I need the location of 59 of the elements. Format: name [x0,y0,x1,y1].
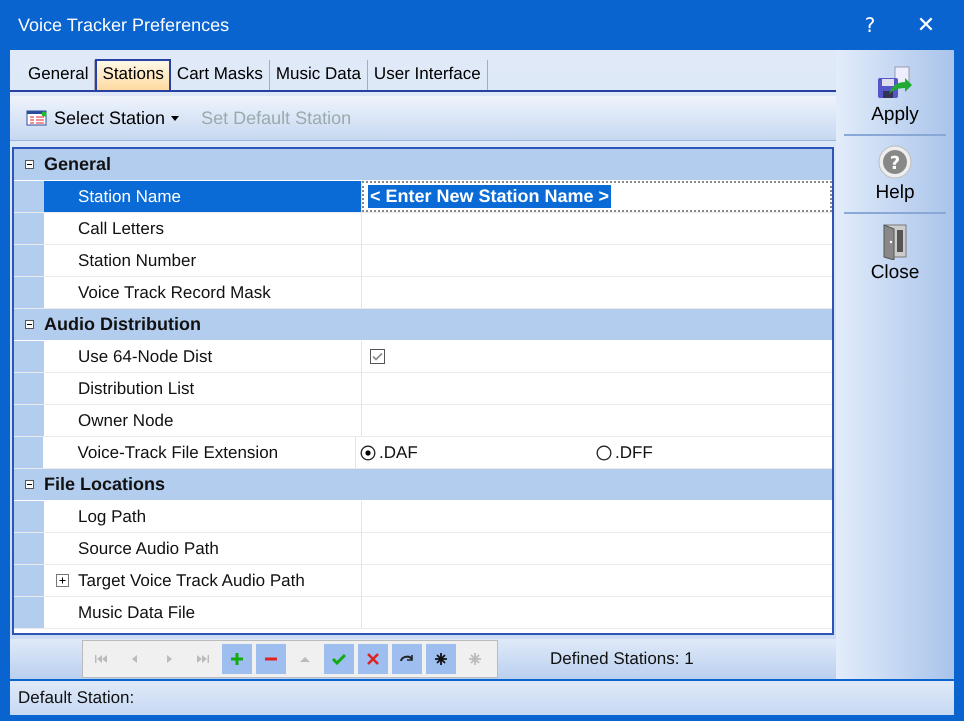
redo-button[interactable] [392,644,422,674]
x-mark-icon [365,651,381,667]
help-icon: ? [877,144,913,180]
property-name[interactable]: Distribution List [44,373,362,404]
property-name[interactable]: Use 64-Node Dist [44,341,362,372]
close-button[interactable]: Close [836,216,954,290]
property-name[interactable]: Music Data File [44,597,362,628]
asterisk-icon [467,651,483,667]
property-name[interactable]: Owner Node [44,405,362,436]
tab[interactable]: Cart Masks [170,60,270,90]
asterisk-icon [433,651,449,667]
radio-button-icon[interactable] [596,444,612,460]
row-gutter [14,565,44,596]
minus-icon [263,657,279,661]
property-name[interactable]: Station Number [44,245,362,276]
collapse-icon[interactable] [24,160,34,169]
expand-icon[interactable] [56,574,68,587]
radio-option[interactable]: .DFF [596,442,832,462]
list-icon [26,109,48,127]
section-title: Audio Distribution [44,314,201,335]
property-name[interactable]: Voice Track Record Mask [44,277,362,308]
row-gutter [14,405,44,436]
close-button[interactable]: ✕ [898,5,954,45]
help-button[interactable]: ? Help [836,138,954,210]
apply-button[interactable]: Apply [836,60,954,132]
checkbox[interactable] [370,349,385,364]
caret-icon [171,116,180,120]
row-gutter [14,213,44,244]
section-title: General [44,154,112,175]
help-button[interactable]: ? [842,5,898,45]
collapse-icon[interactable] [24,480,34,489]
add-button[interactable] [222,644,252,674]
property-name[interactable]: Target Voice Track Audio Path [44,565,362,596]
delete-button[interactable] [256,644,286,674]
property-name[interactable]: Log Path [44,501,362,532]
radio-button-icon[interactable] [360,444,376,460]
property-name[interactable]: Station Name [44,181,362,212]
section-title: File Locations [44,474,166,495]
collapse-icon[interactable] [24,320,34,329]
property-name[interactable]: Call Letters [44,213,362,244]
property-name[interactable]: Voice-Track File Extension [43,437,356,468]
row-gutter [14,533,44,564]
confirm-button[interactable] [324,644,354,674]
plus-icon [229,651,245,667]
defined-stations-count: Defined Stations: 1 [550,649,694,669]
radio-option[interactable]: .DAF [360,442,596,462]
property-name[interactable]: Source Audio Path [44,533,362,564]
tab[interactable]: User Interface [368,60,488,90]
tab[interactable]: Music Data [270,60,368,90]
status-text: Default Station: [18,688,134,708]
window-title: Voice Tracker Preferences [18,14,230,36]
row-gutter [14,373,44,404]
checkmark-icon [331,651,347,667]
tab[interactable]: Stations [95,59,171,90]
toolbar-button[interactable]: Select Station [22,106,184,130]
station-name-field[interactable]: < Enter New Station Name > [368,185,612,208]
row-gutter [14,245,44,276]
asterisk-button[interactable] [426,644,456,674]
row-gutter [14,597,44,628]
